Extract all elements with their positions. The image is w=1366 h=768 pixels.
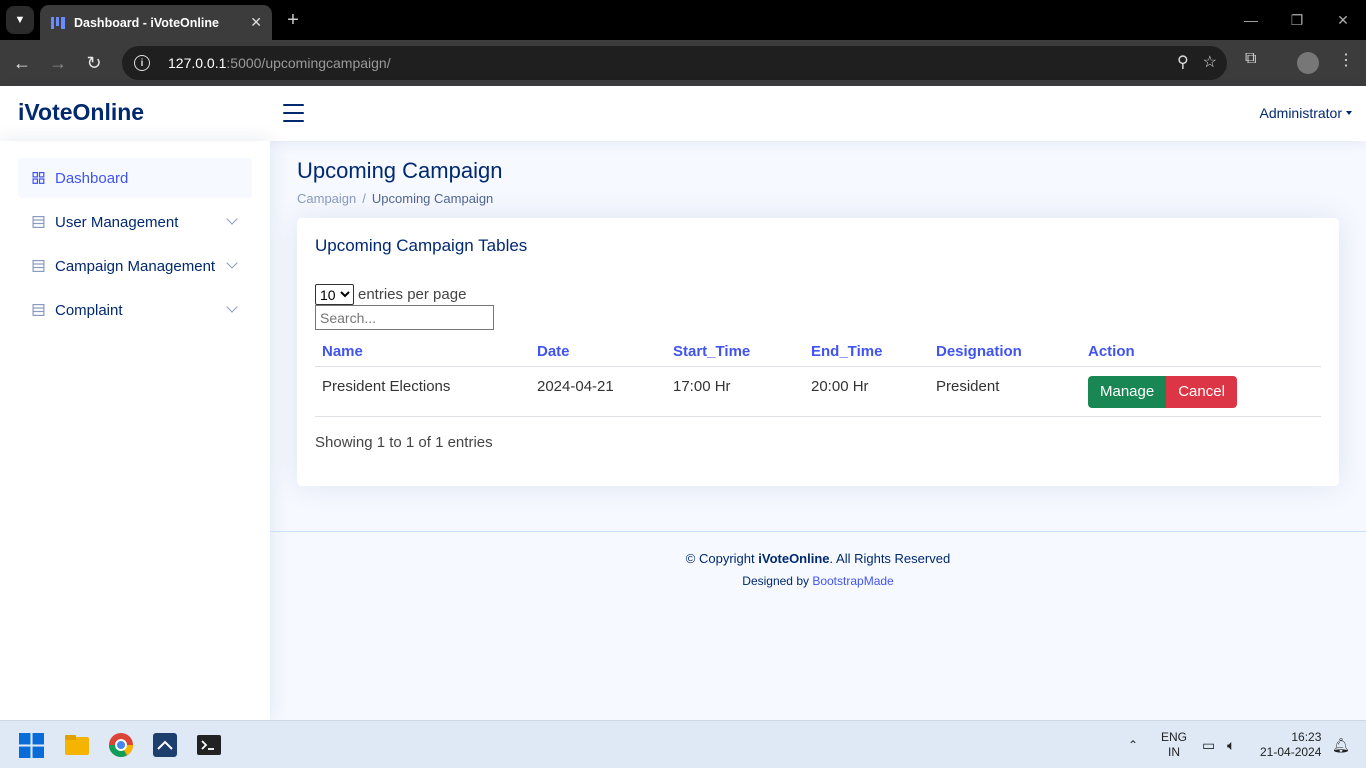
browser-toolbar: ← → ↻ i 127.0.0.1:5000/upcomingcampaign/… xyxy=(0,40,1366,86)
zoom-icon[interactable]: ⚲ xyxy=(1177,52,1189,72)
sidebar-item-dashboard[interactable]: Dashboard xyxy=(18,158,252,198)
cancel-button[interactable]: Cancel xyxy=(1166,375,1237,408)
terminal-icon[interactable] xyxy=(195,731,223,759)
cell-designation: President xyxy=(929,366,1081,417)
clock[interactable]: 16:23 21-04-2024 xyxy=(1260,721,1321,768)
minimize-icon[interactable]: — xyxy=(1228,0,1274,40)
restore-icon[interactable]: ❐ xyxy=(1274,0,1320,40)
app-logo[interactable]: iVoteOnline xyxy=(18,99,144,126)
user-menu[interactable]: Administrator xyxy=(1260,105,1352,121)
browser-tab[interactable]: Dashboard - iVoteOnline ✕ xyxy=(40,5,272,40)
breadcrumb: Campaign / Upcoming Campaign xyxy=(297,191,494,206)
column-header-name[interactable]: Name xyxy=(315,338,530,367)
new-tab-button[interactable]: + xyxy=(282,8,304,32)
page-title: Upcoming Campaign xyxy=(297,158,503,183)
site-favicon-icon xyxy=(51,16,65,29)
windows-start-icon[interactable] xyxy=(19,733,44,758)
volume-icon[interactable]: 🔈︎ xyxy=(1227,721,1235,768)
reload-icon[interactable]: ↻ xyxy=(81,50,107,76)
column-header-designation[interactable]: Designation xyxy=(929,338,1081,367)
site-info-icon[interactable]: i xyxy=(134,55,150,71)
cell-action: Manage Cancel xyxy=(1081,366,1321,417)
search-input[interactable] xyxy=(315,305,494,330)
notification-bell-icon[interactable]: 🔔︎ xyxy=(1332,721,1350,768)
campaign-table: Name Date Start_Time End_Time Designatio… xyxy=(315,338,1321,417)
cell-date: 2024-04-21 xyxy=(530,366,666,417)
per-page-control: 10 entries per page xyxy=(315,284,466,305)
cell-start-time: 17:00 Hr xyxy=(666,366,804,417)
cell-name: President Elections xyxy=(315,366,530,417)
table-info: Showing 1 to 1 of 1 entries xyxy=(315,434,493,451)
campaign-card: Upcoming Campaign Tables 10 entries per … xyxy=(297,218,1339,486)
grid-icon xyxy=(32,172,45,184)
sidebar: Dashboard User Management Campaign Manag… xyxy=(0,141,270,720)
taskbar: ⌃ ENG IN ▭ 🔈︎ 16:23 21-04-2024 🔔︎ xyxy=(0,720,1366,768)
breadcrumb-current: Upcoming Campaign xyxy=(371,191,494,206)
cell-end-time: 20:00 Hr xyxy=(804,366,929,417)
sidebar-item-label: User Management xyxy=(55,213,179,231)
column-header-end-time[interactable]: End_Time xyxy=(804,338,929,367)
chrome-icon[interactable] xyxy=(107,731,135,759)
list-icon xyxy=(32,304,45,316)
manage-button[interactable]: Manage xyxy=(1088,375,1167,408)
list-icon xyxy=(32,216,45,228)
tab-title: Dashboard - iVoteOnline xyxy=(74,15,219,30)
per-page-label: entries per page xyxy=(358,286,467,303)
breadcrumb-link[interactable]: Campaign xyxy=(297,191,356,206)
sidebar-item-label: Campaign Management xyxy=(55,257,216,275)
profile-avatar[interactable] xyxy=(1297,52,1319,74)
menu-toggle-icon[interactable] xyxy=(283,104,304,122)
page-title-block: Upcoming Campaign Campaign / Upcoming Camp… xyxy=(297,158,502,206)
close-tab-icon[interactable]: ✕ xyxy=(250,14,262,31)
url-text: 127.0.0.1:5000/upcomingcampaign/ xyxy=(168,55,391,71)
chevron-down-icon xyxy=(226,257,238,269)
show-hidden-icons[interactable]: ⌃ xyxy=(1128,721,1138,768)
close-window-icon[interactable]: ✕ xyxy=(1320,0,1366,40)
chevron-down-icon xyxy=(226,213,238,225)
table-row: President Elections 2024-04-21 17:00 Hr … xyxy=(315,366,1321,417)
browser-tab-bar: ▼ Dashboard - iVoteOnline ✕ + — ❐ ✕ xyxy=(0,0,1366,40)
sidebar-item-label: Dashboard xyxy=(55,169,129,187)
sidebar-item-campaign-management[interactable]: Campaign Management xyxy=(18,246,252,286)
browser-menu-icon[interactable]: ⋮ xyxy=(1338,50,1354,70)
column-header-start-time[interactable]: Start_Time xyxy=(666,338,804,367)
forward-icon[interactable]: → xyxy=(45,50,71,76)
sidebar-item-user-management[interactable]: User Management xyxy=(18,202,252,242)
designer-link[interactable]: BootstrapMade xyxy=(812,574,893,588)
per-page-select[interactable]: 10 xyxy=(315,284,354,305)
language-indicator[interactable]: ENG IN xyxy=(1161,721,1187,768)
file-explorer-icon[interactable] xyxy=(63,731,91,759)
sidebar-item-label: Complaint xyxy=(55,301,123,319)
credits: Designed by BootstrapMade xyxy=(742,574,894,588)
vscode-icon[interactable] xyxy=(151,731,179,759)
sidebar-item-complaint[interactable]: Complaint xyxy=(18,290,252,330)
chevron-down-icon xyxy=(226,301,238,313)
tab-search-button[interactable]: ▼ xyxy=(6,6,34,34)
back-icon[interactable]: ← xyxy=(9,50,35,76)
network-icon[interactable]: ▭ xyxy=(1202,721,1215,768)
list-icon xyxy=(32,260,45,272)
column-header-action[interactable]: Action xyxy=(1081,338,1321,367)
address-bar[interactable]: i 127.0.0.1:5000/upcomingcampaign/ ⚲ ☆ xyxy=(122,46,1227,80)
extensions-icon[interactable]: ⧉ xyxy=(1245,50,1256,68)
card-title: Upcoming Campaign Tables xyxy=(315,236,528,255)
copyright: © Copyright iVoteOnline. All Rights Rese… xyxy=(685,551,951,566)
bookmark-star-icon[interactable]: ☆ xyxy=(1203,52,1217,72)
footer: © Copyright iVoteOnline. All Rights Rese… xyxy=(270,531,1366,720)
table-header-row: Name Date Start_Time End_Time Designatio… xyxy=(315,338,1321,367)
app-header: iVoteOnline Administrator xyxy=(0,86,1366,141)
column-header-date[interactable]: Date xyxy=(530,338,666,367)
